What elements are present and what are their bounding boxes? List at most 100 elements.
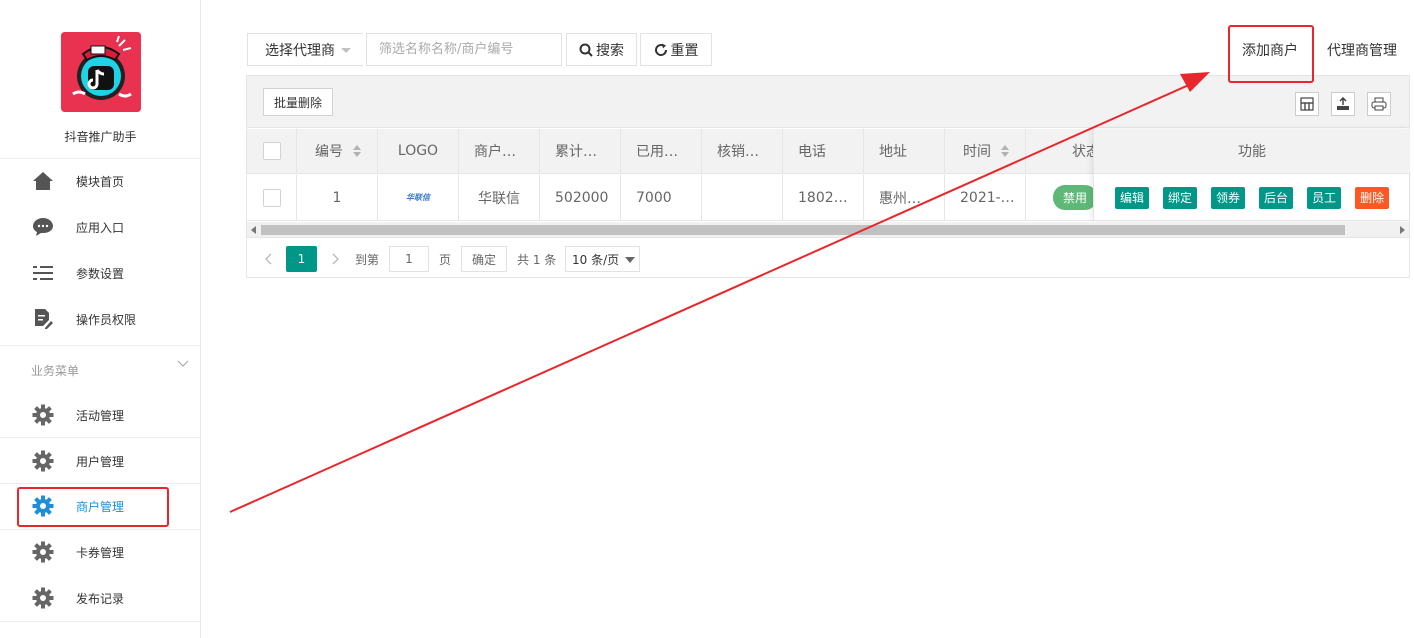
chevron-down-icon[interactable] [177, 360, 189, 368]
agent-manage-link[interactable]: 代理商管理 [1327, 40, 1397, 60]
gear-icon [31, 403, 55, 427]
delete-button[interactable]: 删除 [1355, 186, 1390, 209]
sort-icon[interactable] [1001, 145, 1009, 157]
cell-time: 2021-… [945, 175, 1026, 220]
sidebar-item-app-entry[interactable]: 应用入口 [0, 204, 200, 250]
refresh-icon [654, 43, 667, 56]
search-button[interactable]: 搜索 [566, 33, 637, 66]
select-all-cell [247, 129, 297, 173]
sort-icon[interactable] [353, 145, 361, 157]
sidebar-item-label: 卡券管理 [76, 545, 125, 560]
sidebar-item-settings[interactable]: 参数设置 [0, 250, 200, 296]
gear-icon [31, 586, 55, 610]
sidebar-item-label: 应用入口 [76, 220, 125, 235]
gear-icon [31, 449, 55, 473]
column-header-verified: 核销… [702, 129, 783, 173]
backend-button[interactable]: 后台 [1259, 186, 1294, 209]
cell-logo: 华联信 [378, 175, 459, 220]
reset-button[interactable]: 重置 [640, 33, 712, 66]
sidebar-item-coupons[interactable]: 卡券管理 [0, 529, 200, 575]
sidebar-item-label: 操作员权限 [76, 312, 137, 327]
column-header-address: 地址 [864, 129, 945, 173]
sidebar-item-home[interactable]: 模块首页 [0, 158, 200, 204]
goto-confirm-button[interactable]: 确定 [461, 246, 507, 272]
sidebar-item-users[interactable]: 用户管理 [0, 438, 200, 484]
gear-icon [31, 540, 55, 564]
chat-icon [31, 215, 55, 239]
cell-id: 1 [297, 175, 378, 220]
column-header-actions: 功能 [1094, 129, 1410, 174]
annotation-highlight-merchants [17, 487, 169, 527]
document-edit-icon [31, 307, 55, 331]
sidebar-divider [0, 345, 200, 346]
batch-delete-button[interactable]: 批量删除 [263, 88, 333, 116]
list-settings-icon [31, 261, 55, 285]
claim-coupon-button[interactable]: 领券 [1211, 186, 1246, 209]
sidebar: 抖音推广助手 模块首页 应用入口 参数设置 操作员权限 业务菜单 活动管理 用户… [0, 0, 201, 638]
sidebar-divider [0, 621, 200, 622]
scrollbar-thumb[interactable] [261, 225, 1345, 235]
bind-button[interactable]: 绑定 [1163, 186, 1198, 209]
goto-label: 到第 [355, 252, 380, 267]
column-header-phone: 电话 [783, 129, 864, 173]
sidebar-item-activity[interactable]: 活动管理 [0, 392, 200, 438]
row-actions: 编辑 绑定 领券 后台 员工 删除 [1094, 175, 1410, 221]
sidebar-group-title: 业务菜单 [31, 364, 80, 378]
cell-address: 惠州… [864, 175, 945, 220]
edit-button[interactable]: 编辑 [1115, 186, 1150, 209]
sidebar-item-label: 活动管理 [76, 408, 125, 423]
column-header-logo: LOGO [378, 129, 459, 173]
agent-select-value: 选择代理商 [265, 42, 335, 59]
search-icon [579, 43, 593, 57]
page-unit-label: 页 [439, 252, 452, 267]
merchant-table: 批量删除 编号 LOGO 商户… 累计… 已用… 核销… 电话 地址 时间 状态… [246, 75, 1410, 278]
agent-select[interactable]: 选择代理商 [247, 33, 363, 66]
page-number-current[interactable]: 1 [286, 246, 317, 272]
app-name: 抖音推广助手 [64, 130, 137, 144]
tiktok-mascot-icon [61, 32, 141, 112]
home-icon [31, 169, 55, 193]
page-size-value: 10 条/页 [572, 252, 620, 267]
sidebar-item-label: 发布记录 [76, 591, 125, 606]
column-header-total: 累计… [540, 129, 621, 173]
app-logo [61, 32, 141, 112]
sidebar-item-label: 参数设置 [76, 266, 125, 281]
caret-down-icon [341, 48, 351, 53]
goto-page-input[interactable] [389, 246, 429, 272]
next-page-icon[interactable] [329, 246, 343, 272]
export-icon[interactable] [1331, 92, 1355, 116]
sidebar-item-label: 模块首页 [76, 174, 125, 189]
select-all-checkbox[interactable] [262, 142, 281, 160]
annotation-highlight-add-merchant [1228, 25, 1314, 83]
column-header-time[interactable]: 时间 [945, 129, 1026, 173]
column-header-id[interactable]: 编号 [297, 129, 378, 173]
row-checkbox-cell [247, 175, 297, 220]
chevron-down-icon [625, 257, 635, 263]
search-input[interactable] [366, 33, 562, 66]
pagination: 1 到第 页 确定 共 1 条 10 条/页 [247, 244, 1409, 274]
sidebar-item-operator-permission[interactable]: 操作员权限 [0, 296, 200, 342]
cell-merchant: 华联信 [459, 175, 540, 220]
status-badge[interactable]: 禁用 [1053, 185, 1098, 210]
column-header-used: 已用… [621, 129, 702, 173]
cell-total: 502000 [540, 175, 621, 220]
row-checkbox[interactable] [262, 188, 281, 207]
total-count: 共 1 条 [517, 252, 557, 267]
staff-button[interactable]: 员工 [1307, 186, 1342, 209]
columns-filter-icon[interactable] [1295, 92, 1319, 116]
column-header-merchant: 商户… [459, 129, 540, 173]
table-toolbar: 批量删除 [247, 76, 1409, 128]
horizontal-scrollbar[interactable] [247, 222, 1409, 238]
page-size-select[interactable]: 10 条/页 [565, 246, 640, 272]
prev-page-icon[interactable] [261, 246, 275, 272]
fixed-actions-column: 功能 编辑 绑定 领券 后台 员工 删除 [1093, 129, 1410, 221]
sidebar-item-label: 用户管理 [76, 454, 125, 469]
merchant-logo: 华联信 [406, 193, 430, 202]
reset-button-label: 重置 [670, 42, 699, 59]
scroll-left-arrow[interactable] [251, 226, 256, 234]
print-icon[interactable] [1367, 92, 1391, 116]
scroll-right-arrow[interactable] [1400, 226, 1405, 234]
sidebar-item-publish-records[interactable]: 发布记录 [0, 575, 200, 621]
search-button-label: 搜索 [596, 42, 624, 59]
cell-verified [702, 175, 783, 220]
